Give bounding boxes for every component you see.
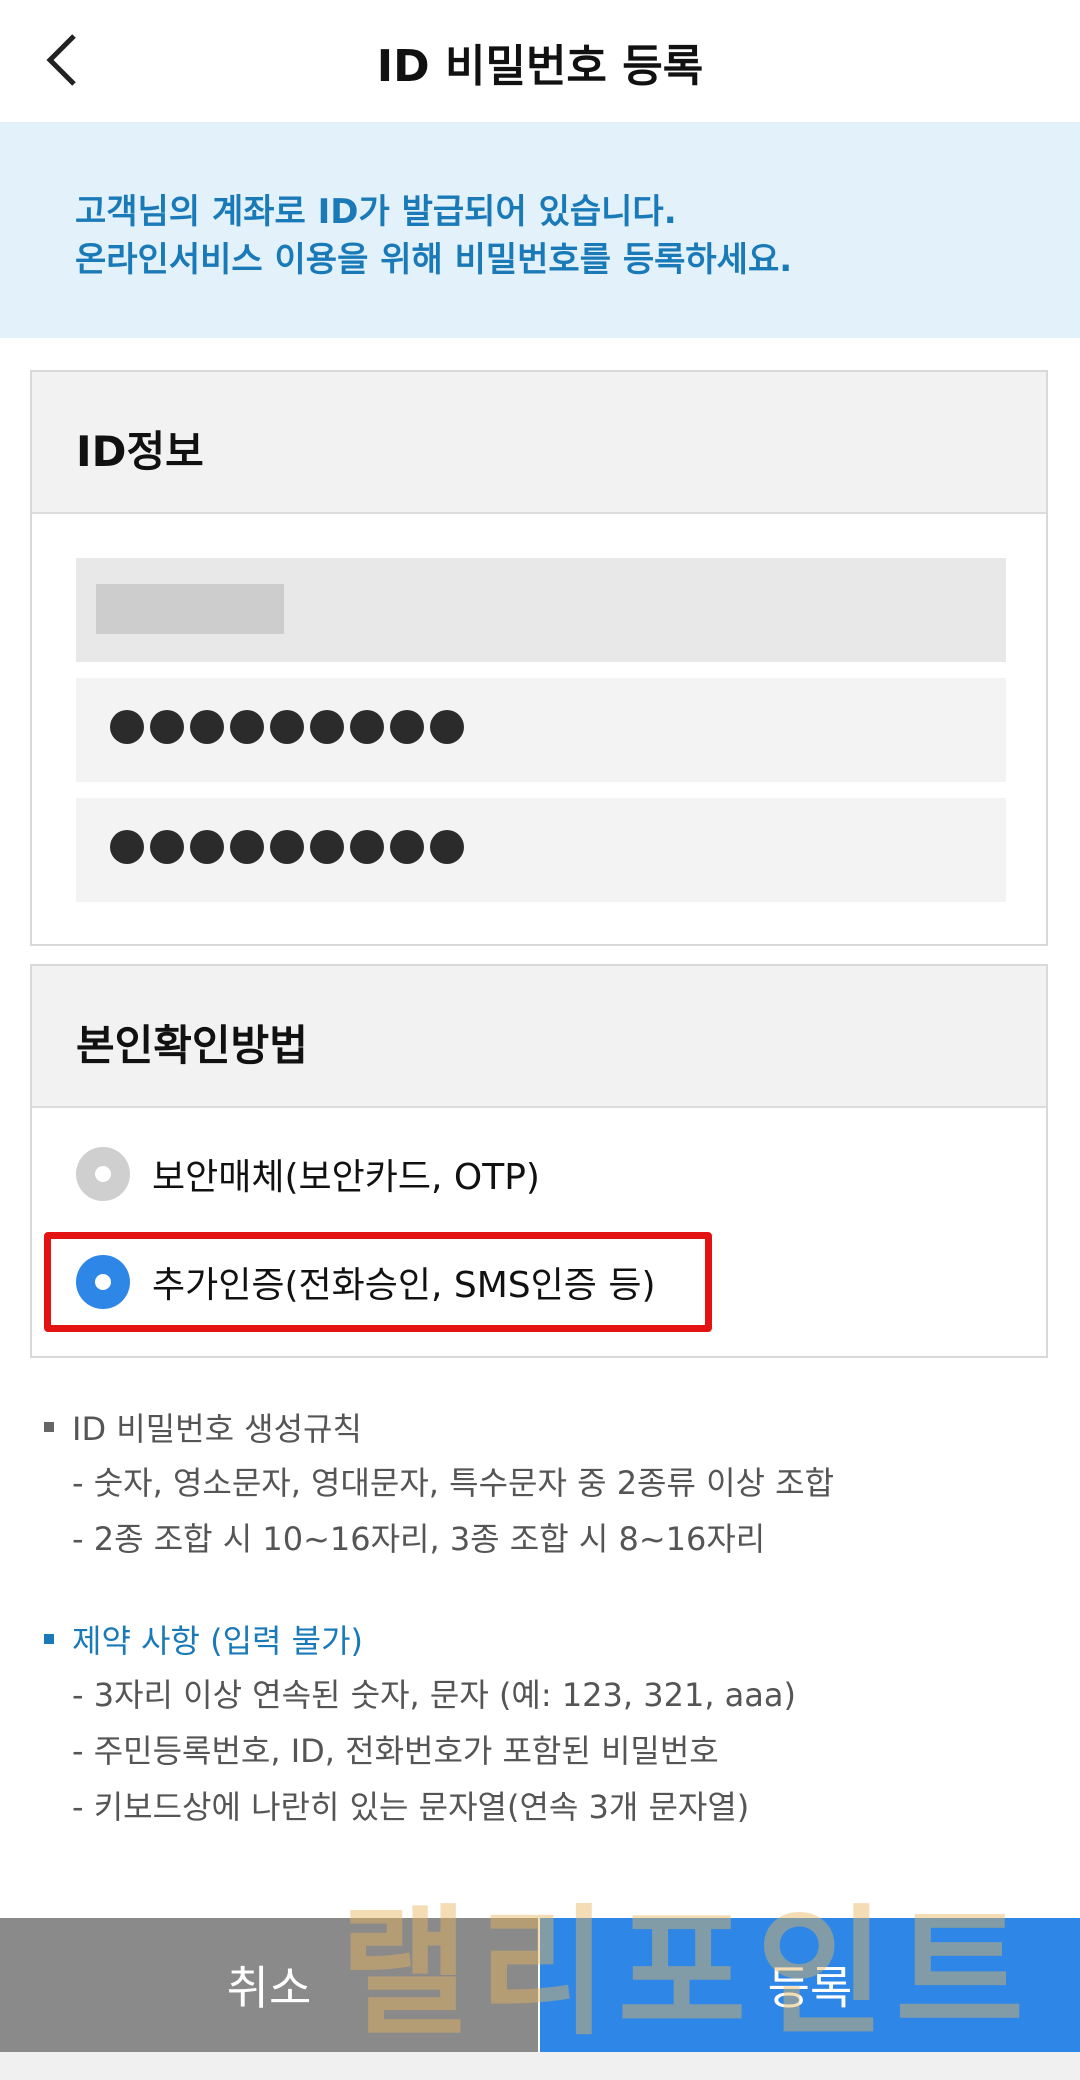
option-additional-auth-label: 추가인증(전화승인, SMS인증 등) bbox=[152, 1265, 656, 1306]
notice-line-1: 고객님의 계좌로 ID가 발급되어 있습니다. bbox=[75, 192, 677, 232]
bottom-action-bar: 취소 등록 bbox=[0, 1918, 1080, 2052]
password-rules: ID 비밀번호 생성규칙 - 숫자, 영소문자, 영대문자, 특수문자 중 2종… bbox=[40, 1404, 1040, 1570]
rule-item: - 숫자, 영소문자, 영대문자, 특수문자 중 2종류 이상 조합 bbox=[72, 1464, 835, 1502]
id-info-title: ID정보 bbox=[76, 427, 204, 476]
notice-banner: 고객님의 계좌로 ID가 발급되어 있습니다. 온라인서비스 이용을 위해 비밀… bbox=[0, 122, 1080, 338]
register-button[interactable]: 등록 bbox=[538, 1918, 1080, 2052]
restriction-item: - 키보드상에 나란히 있는 문자열(연속 3개 문자열) bbox=[72, 1788, 750, 1826]
id-value-redacted bbox=[96, 584, 284, 634]
restrictions: 제약 사항 (입력 불가) - 3자리 이상 연속된 숫자, 문자 (예: 12… bbox=[40, 1616, 1040, 1838]
password-mask bbox=[110, 710, 464, 744]
password-field[interactable] bbox=[76, 678, 1006, 782]
rule-item: - 2종 조합 시 10~16자리, 3종 조합 시 8~16자리 bbox=[72, 1520, 766, 1558]
auth-method-title: 본인확인방법 bbox=[76, 1021, 308, 1070]
top-header: ID 비밀번호 등록 bbox=[0, 0, 1080, 122]
rules-title: ID 비밀번호 생성규칙 bbox=[40, 1404, 1040, 1458]
option-security-media-label: 보안매체(보안카드, OTP) bbox=[152, 1157, 540, 1198]
option-security-media[interactable]: 보안매체(보안카드, OTP) bbox=[76, 1144, 540, 1204]
restriction-item: - 3자리 이상 연속된 숫자, 문자 (예: 123, 321, aaa) bbox=[72, 1676, 796, 1714]
radio-unselected-icon[interactable] bbox=[76, 1147, 130, 1201]
cancel-button[interactable]: 취소 bbox=[0, 1918, 538, 2052]
auth-method-header: 본인확인방법 bbox=[32, 966, 1046, 1108]
restrictions-title: 제약 사항 (입력 불가) bbox=[40, 1616, 1040, 1670]
page-title: ID 비밀번호 등록 bbox=[376, 41, 704, 92]
notice-line-2: 온라인서비스 이용을 위해 비밀번호를 등록하세요. bbox=[75, 240, 793, 280]
id-info-card: ID정보 bbox=[30, 370, 1048, 946]
id-info-header: ID정보 bbox=[32, 372, 1046, 514]
restriction-item: - 주민등록번호, ID, 전화번호가 포함된 비밀번호 bbox=[72, 1732, 719, 1770]
auth-method-card: 본인확인방법 보안매체(보안카드, OTP) 추가인증(전화승인, SMS인증 … bbox=[30, 964, 1048, 1358]
password-confirm-mask bbox=[110, 830, 464, 864]
password-confirm-field[interactable] bbox=[76, 798, 1006, 902]
radio-selected-icon[interactable] bbox=[76, 1255, 130, 1309]
option-additional-auth[interactable]: 추가인증(전화승인, SMS인증 등) bbox=[76, 1252, 656, 1312]
id-field bbox=[76, 558, 1006, 662]
bottom-strip bbox=[0, 2052, 1080, 2080]
